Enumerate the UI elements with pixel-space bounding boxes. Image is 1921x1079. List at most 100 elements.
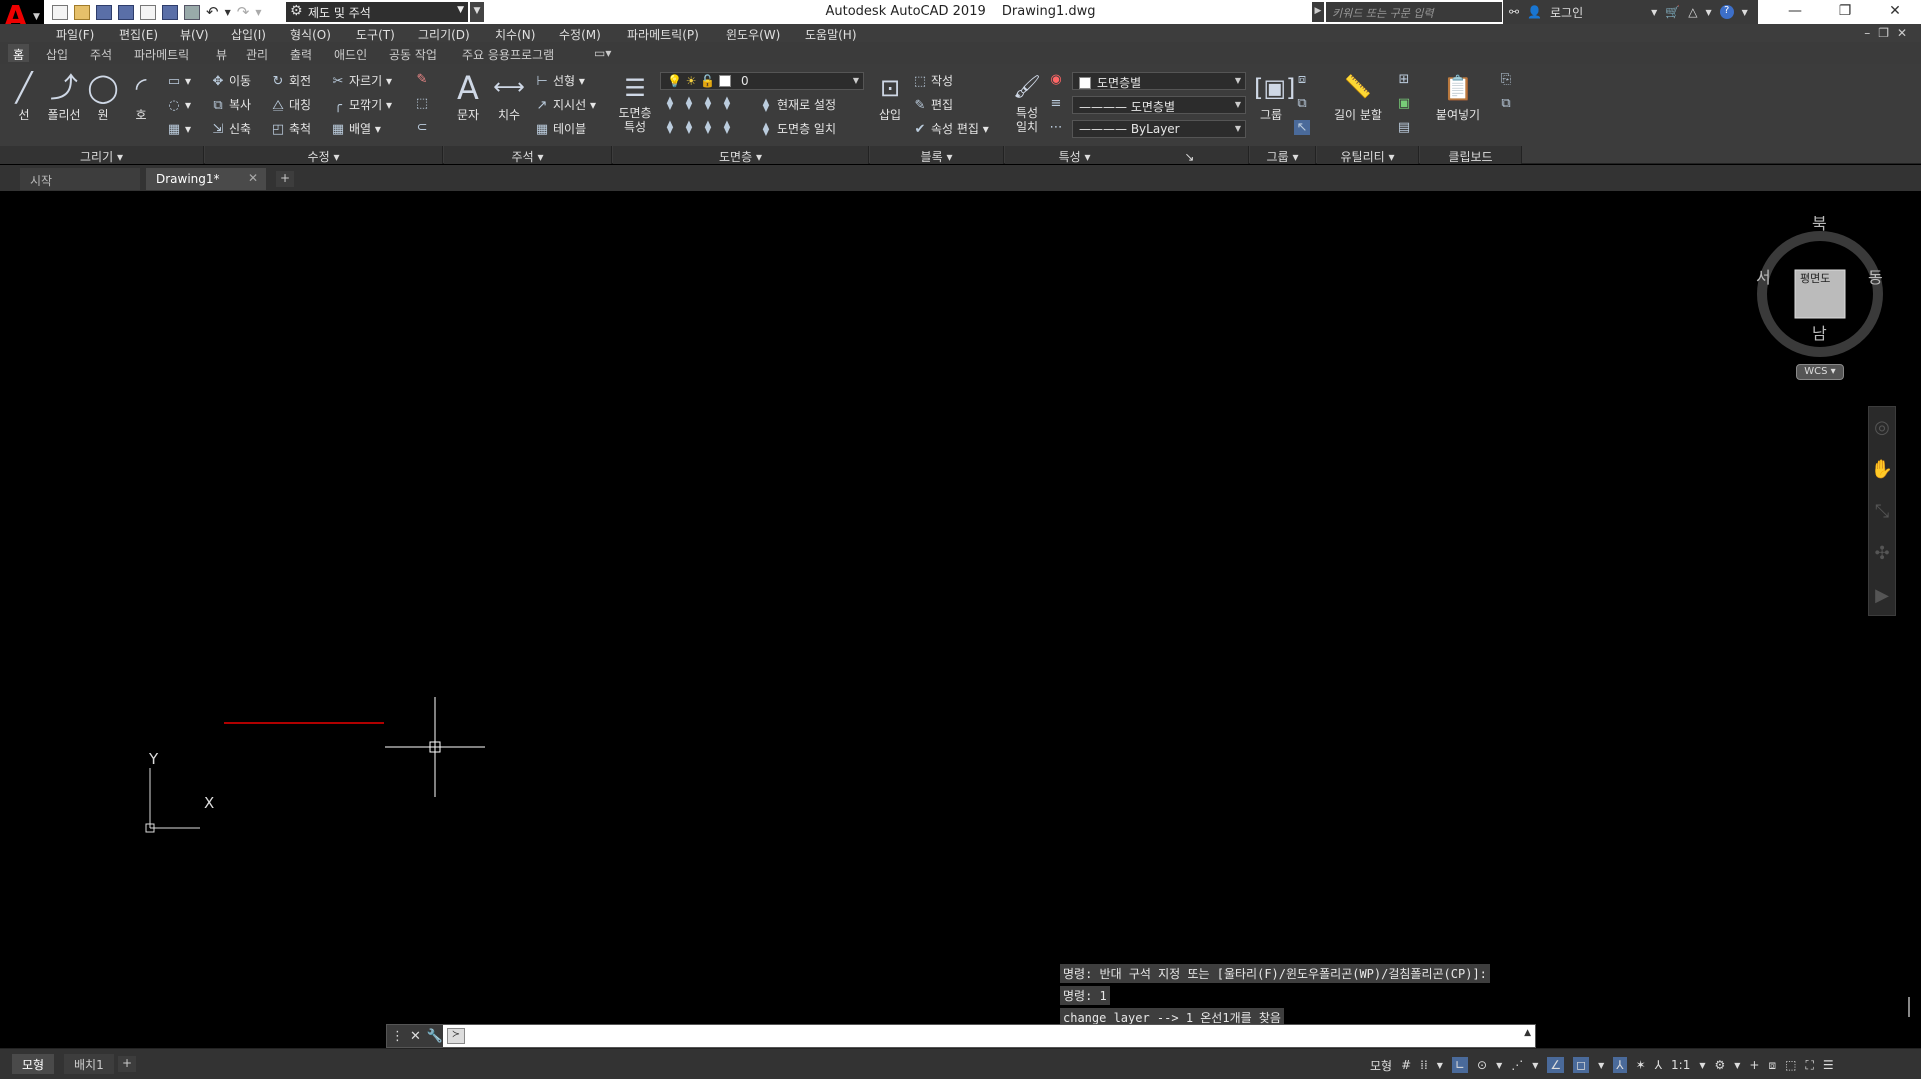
customize-qat-button[interactable]: ▼	[470, 2, 484, 22]
compass-west[interactable]: 서	[1756, 264, 1771, 288]
tab-home[interactable]: 홈	[8, 44, 30, 62]
recent-commands-icon[interactable]: ≻	[447, 1028, 465, 1044]
annotation-scale-value[interactable]: 1:1	[1671, 1058, 1690, 1072]
chevron-down-icon[interactable]: ▼	[1705, 8, 1711, 17]
ribbon-minimize-icon[interactable]: ▭▾	[594, 46, 611, 60]
chevron-down-icon[interactable]: ▼	[1532, 1061, 1538, 1070]
menu-dimension[interactable]: 치수(N)	[495, 26, 535, 43]
edit-block-button[interactable]: ✎ 편집	[912, 96, 954, 113]
snap-icon[interactable]: ⁞⁞	[1420, 1058, 1428, 1072]
new-tab-button[interactable]: +	[276, 171, 294, 187]
tab-manage[interactable]: 관리	[246, 46, 268, 63]
chevron-down-icon[interactable]: ▼	[1742, 8, 1748, 17]
match-properties-button[interactable]: 🖌 특성 일치	[1008, 70, 1046, 134]
isodraft-icon[interactable]: ⋰	[1511, 1058, 1523, 1072]
region-button[interactable]: ▦ ▾	[166, 122, 191, 137]
select-all-button[interactable]: ▣	[1396, 96, 1415, 111]
lineweight-dropdown[interactable]: ———— ByLayer ▼	[1072, 120, 1246, 138]
group-select-button[interactable]: ↖	[1294, 120, 1313, 135]
save-icon[interactable]	[96, 4, 112, 20]
redo-icon[interactable]: ↷	[237, 3, 250, 21]
wrench-icon[interactable]: 🔧	[427, 1029, 443, 1044]
chevron-up-icon[interactable]: ▲	[1524, 1028, 1531, 1038]
menu-window[interactable]: 윈도우(W)	[726, 26, 780, 43]
wcs-dropdown[interactable]: WCS ▾	[1796, 364, 1844, 380]
scale-button[interactable]: ◰ 축척	[270, 120, 311, 137]
circle-button[interactable]: ◯ 원	[86, 70, 120, 123]
menu-tools[interactable]: 도구(T)	[356, 26, 395, 43]
tab-layout1[interactable]: 배치1	[64, 1054, 114, 1074]
showmotion-icon[interactable]: ▶	[1869, 575, 1895, 617]
close-icon[interactable]: ✕	[248, 171, 258, 185]
edit-attributes-button[interactable]: ✔ 속성 편집 ▾	[912, 120, 989, 137]
clean-screen-icon[interactable]: ⛶	[1805, 1058, 1813, 1073]
close-button[interactable]: ✕	[1870, 0, 1920, 24]
ortho-icon[interactable]: ∟	[1451, 1057, 1469, 1073]
customize-menu-icon[interactable]: ☰	[1823, 1058, 1834, 1072]
paste-button[interactable]: 📋 붙여넣기	[1428, 70, 1488, 123]
close-icon[interactable]: ✕	[410, 1029, 421, 1044]
chevron-down-icon[interactable]: ▼	[1598, 1061, 1604, 1070]
quick-select-button[interactable]: ⊞	[1396, 72, 1415, 87]
canvas-scrollbar[interactable]	[1908, 997, 1910, 1017]
chevron-down-icon[interactable]: ▼	[1496, 1061, 1502, 1070]
polyline-button[interactable]: ⤴ 폴리선	[44, 70, 84, 123]
tab-insert[interactable]: 삽입	[46, 46, 68, 63]
tab-addins[interactable]: 애드인	[334, 46, 367, 63]
undo-icon[interactable]: ↶	[206, 3, 219, 21]
command-input[interactable]	[471, 1026, 1511, 1046]
leader-button[interactable]: ↗ 지시선 ▾	[534, 96, 596, 113]
text-button[interactable]: A 문자	[450, 70, 486, 123]
isolate-objects-icon[interactable]: ⧈	[1768, 1058, 1776, 1073]
copy-button[interactable]: ⧉ 복사	[210, 96, 251, 113]
dimension-button[interactable]: ⟷ 치수	[490, 70, 528, 123]
open-file-icon[interactable]	[74, 4, 90, 20]
layer-dropdown[interactable]: 💡 ☀ 🔓 0 ▼	[660, 72, 864, 90]
compass-north[interactable]: 북	[1812, 210, 1827, 234]
tab-parametric[interactable]: 파라메트릭	[134, 46, 189, 63]
arc-button[interactable]: ◜ 호	[124, 70, 158, 123]
menu-view[interactable]: 뷰(V)	[180, 26, 209, 43]
layer-tools-row-1[interactable]: ⧫ ⧫ ⧫ ⧫	[662, 96, 738, 111]
erase-button[interactable]: ✎	[414, 72, 433, 87]
redo-dropdown-icon[interactable]: ▼	[255, 8, 261, 17]
offset-button[interactable]: ⊂	[414, 120, 433, 135]
minimize-button[interactable]: —	[1770, 0, 1820, 24]
layer-tools-row-2[interactable]: ⧫ ⧫ ⧫ ⧫	[662, 120, 738, 135]
web-save-icon[interactable]	[162, 4, 178, 20]
explode-button[interactable]: ⬚	[414, 96, 433, 111]
linear-dim-button[interactable]: ⊢ 선형 ▾	[534, 72, 585, 89]
menu-draw[interactable]: 그리기(D)	[418, 26, 470, 43]
pan-icon[interactable]: ✋	[1869, 449, 1895, 491]
tab-start[interactable]: 시작	[20, 168, 140, 190]
orbit-icon[interactable]: ✣	[1869, 533, 1895, 575]
match-layer-button[interactable]: ⧫ 도면층 일치	[758, 120, 836, 137]
utilities-panel-footer[interactable]: 유틸리티 ▾	[1317, 146, 1419, 164]
rotate-button[interactable]: ↻ 회전	[270, 72, 312, 89]
web-open-icon[interactable]	[140, 4, 156, 20]
trim-button[interactable]: ✂ 자르기 ▾	[330, 72, 392, 89]
gear-icon[interactable]: ⚙	[1715, 1058, 1726, 1072]
tab-drawing1[interactable]: Drawing1* ✕	[146, 168, 266, 190]
array-button[interactable]: ▦ 배열 ▾	[330, 120, 381, 137]
table-button[interactable]: ▦ 테이블	[534, 120, 586, 137]
tab-featured-apps[interactable]: 주요 응용프로그램	[462, 46, 554, 63]
save-as-icon[interactable]	[118, 4, 134, 20]
color-dropdown[interactable]: 도면층별 ▼	[1072, 72, 1246, 90]
undo-dropdown-icon[interactable]: ▼	[225, 8, 231, 17]
ungroup-button[interactable]: ⧈	[1294, 72, 1313, 87]
block-panel-footer[interactable]: 블록 ▾	[870, 146, 1004, 164]
print-icon[interactable]	[184, 4, 200, 20]
menu-insert[interactable]: 삽입(I)	[231, 26, 266, 43]
group-button[interactable]: [▣] 그룹	[1254, 70, 1295, 123]
tab-view[interactable]: 뷰	[216, 46, 227, 63]
hardware-accel-icon[interactable]: ⬚	[1785, 1058, 1796, 1072]
drag-handle-icon[interactable]: ⋮	[391, 1029, 404, 1044]
rectangle-button[interactable]: ▭ ▾	[166, 74, 191, 89]
layers-panel-footer[interactable]: 도면층 ▾	[613, 146, 869, 164]
copy-clip-button[interactable]: ⎘	[1498, 72, 1517, 87]
steering-wheel-icon[interactable]: ◎	[1869, 407, 1895, 449]
search-input[interactable]: 키워드 또는 구문 입력	[1326, 2, 1502, 22]
linetype-dropdown[interactable]: ———— 도면층별 ▼	[1072, 96, 1246, 114]
properties-panel-footer[interactable]: 특성 ▾ ↘	[1005, 146, 1249, 164]
